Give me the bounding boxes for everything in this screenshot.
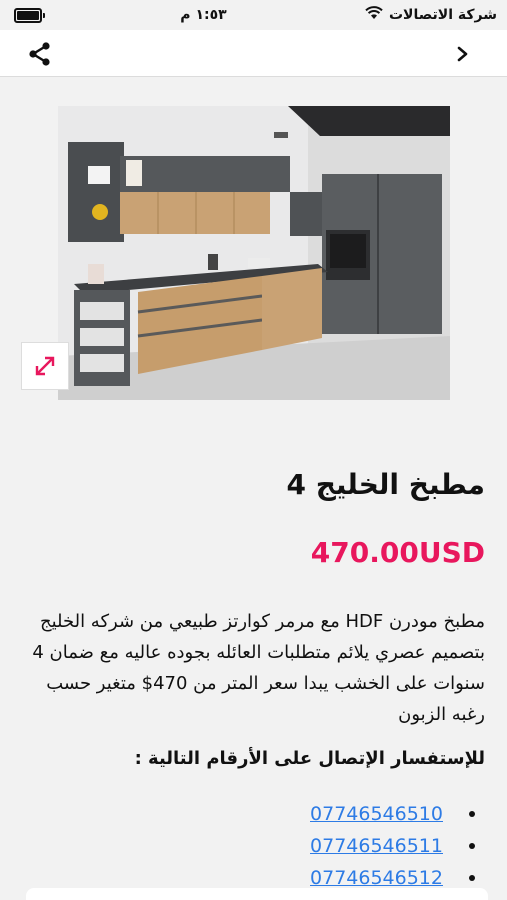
phone-list: 07746546510 07746546511 07746546512 [25, 798, 485, 894]
bullet-icon [469, 843, 475, 849]
product-description: مطبخ مودرن HDF مع مرمر كوارتز طبيعي من ش… [32, 611, 485, 725]
bullet-icon [469, 875, 475, 881]
phone-link[interactable]: 07746546511 [310, 835, 443, 857]
share-icon[interactable] [26, 40, 54, 68]
product-title: مطبخ الخليج 4 [286, 468, 485, 501]
product-price: 470.00USD [310, 536, 485, 569]
bullet-icon [469, 811, 475, 817]
carrier-name: شركة الاتصالات [388, 7, 497, 23]
top-bar [0, 30, 507, 77]
expand-icon[interactable] [21, 342, 69, 390]
status-bar: ١:٥٣ م شركة الاتصالات [0, 0, 507, 30]
chevron-right-icon[interactable] [453, 42, 473, 66]
status-carrier-group: شركة الاتصالات [365, 6, 497, 24]
inquiry-label: للإستفسار الإتصال على الأرقام التالية : [134, 748, 485, 769]
bottom-card [26, 888, 488, 900]
phone-link[interactable]: 07746546510 [310, 803, 443, 825]
list-item: 07746546511 [25, 830, 485, 862]
list-item: 07746546510 [25, 798, 485, 830]
phone-link[interactable]: 07746546512 [310, 867, 443, 889]
status-time: ١:٥٣ م [180, 7, 227, 23]
product-image[interactable] [58, 106, 450, 400]
wifi-icon [365, 6, 383, 24]
battery-icon [14, 7, 45, 23]
